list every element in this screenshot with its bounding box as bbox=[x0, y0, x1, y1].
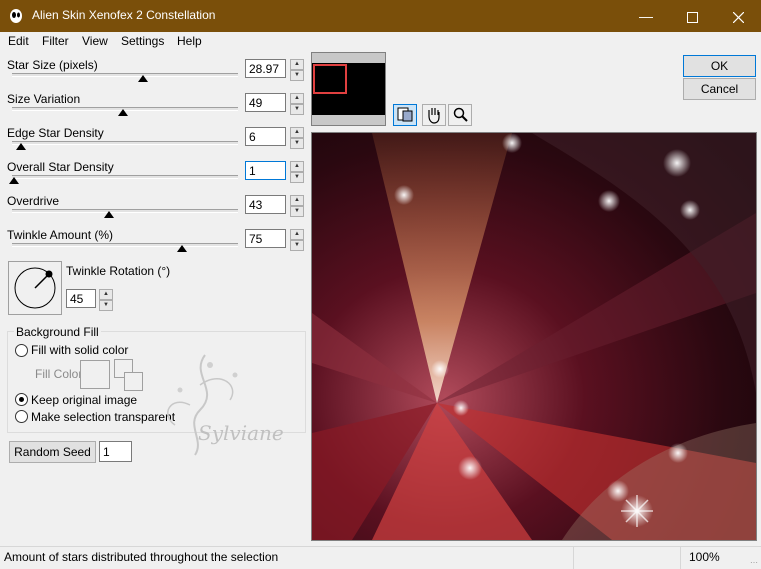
twinkle-rotation-label: Twinkle Rotation (°) bbox=[66, 264, 171, 278]
alien-head-icon bbox=[10, 9, 22, 23]
twinkle-rotation-spinner[interactable]: ▲ ▼ bbox=[99, 289, 113, 311]
spin-up-icon[interactable]: ▲ bbox=[290, 93, 304, 104]
minimize-button[interactable]: — bbox=[623, 0, 669, 32]
maximize-icon bbox=[686, 11, 698, 23]
param-spinner[interactable]: ▲ ▼ bbox=[290, 161, 304, 183]
spin-up-icon[interactable]: ▲ bbox=[290, 59, 304, 70]
spin-down-icon[interactable]: ▼ bbox=[290, 206, 304, 217]
slider-thumb[interactable] bbox=[104, 211, 115, 218]
zoom-tool-button[interactable] bbox=[448, 104, 472, 126]
slider-thumb[interactable] bbox=[117, 109, 128, 116]
hand-tool-button[interactable] bbox=[422, 104, 446, 126]
cancel-button[interactable]: Cancel bbox=[683, 78, 756, 100]
zoom-level: 100% bbox=[689, 550, 720, 564]
param-value-input[interactable] bbox=[245, 229, 286, 248]
param-label: Size Variation bbox=[7, 92, 81, 106]
spin-down-icon[interactable]: ▼ bbox=[290, 172, 304, 183]
title-bar: Alien Skin Xenofex 2 Constellation — bbox=[0, 0, 761, 32]
slider-thumb[interactable] bbox=[9, 177, 20, 184]
menu-bar: Edit Filter View Settings Help bbox=[0, 32, 761, 50]
param-label: Edge Star Density bbox=[7, 126, 104, 140]
twinkle-rotation-input[interactable] bbox=[66, 289, 96, 308]
window-title: Alien Skin Xenofex 2 Constellation bbox=[32, 8, 216, 22]
preview-canvas bbox=[312, 133, 756, 540]
preview-image[interactable] bbox=[311, 132, 757, 541]
spin-down-icon[interactable]: ▼ bbox=[290, 138, 304, 149]
param-spinner[interactable]: ▲ ▼ bbox=[290, 127, 304, 149]
slider-thumb[interactable] bbox=[16, 143, 27, 150]
slider-thumb[interactable] bbox=[176, 245, 187, 252]
param-value-input[interactable] bbox=[245, 59, 286, 78]
slider-track[interactable] bbox=[12, 73, 238, 77]
spin-down-icon[interactable]: ▼ bbox=[99, 300, 113, 311]
make-transparent-radio[interactable] bbox=[15, 410, 28, 423]
minimize-icon: — bbox=[639, 8, 653, 24]
menu-filter[interactable]: Filter bbox=[42, 34, 69, 48]
fill-solid-radio[interactable] bbox=[15, 344, 28, 357]
spin-down-icon[interactable]: ▼ bbox=[290, 104, 304, 115]
random-seed-input[interactable] bbox=[99, 441, 132, 462]
status-bar: Amount of stars distributed throughout t… bbox=[0, 546, 761, 569]
param-spinner[interactable]: ▲ ▼ bbox=[290, 229, 304, 251]
menu-settings[interactable]: Settings bbox=[121, 34, 164, 48]
slider-track[interactable] bbox=[12, 175, 238, 179]
navigator-viewport-box[interactable] bbox=[313, 64, 347, 94]
menu-edit[interactable]: Edit bbox=[8, 34, 29, 48]
magnifier-icon bbox=[453, 107, 468, 122]
param-value-input[interactable] bbox=[245, 93, 286, 112]
param-value-input[interactable] bbox=[245, 127, 286, 146]
param-label: Twinkle Amount (%) bbox=[7, 228, 114, 242]
fill-solid-label[interactable]: Fill with solid color bbox=[31, 343, 128, 357]
param-label: Overdrive bbox=[7, 194, 60, 208]
background-fill-title: Background Fill bbox=[14, 325, 101, 339]
spin-up-icon[interactable]: ▲ bbox=[99, 289, 113, 300]
close-button[interactable] bbox=[715, 0, 761, 32]
menu-view[interactable]: View bbox=[82, 34, 108, 48]
spin-down-icon[interactable]: ▼ bbox=[290, 70, 304, 81]
spin-up-icon[interactable]: ▲ bbox=[290, 127, 304, 138]
watermark-logo: Sylviane bbox=[167, 354, 284, 456]
preview-toggle-button[interactable] bbox=[393, 104, 417, 126]
slider-track[interactable] bbox=[12, 243, 238, 247]
param-label: Overall Star Density bbox=[7, 160, 114, 174]
twinkle-rotation-dial[interactable] bbox=[8, 261, 62, 315]
spin-up-icon[interactable]: ▲ bbox=[290, 161, 304, 172]
keep-original-label[interactable]: Keep original image bbox=[31, 393, 137, 407]
fill-color-tertiary-swatch[interactable] bbox=[124, 372, 143, 391]
preview-compare-icon bbox=[397, 107, 413, 122]
param-spinner[interactable]: ▲ ▼ bbox=[290, 195, 304, 217]
menu-help[interactable]: Help bbox=[177, 34, 202, 48]
dial-icon bbox=[14, 267, 56, 309]
close-icon bbox=[732, 11, 744, 24]
hand-pan-icon bbox=[428, 108, 440, 124]
slider-track[interactable] bbox=[12, 209, 238, 213]
param-spinner[interactable]: ▲ ▼ bbox=[290, 59, 304, 81]
slider-thumb[interactable] bbox=[138, 75, 149, 82]
fill-color-label: Fill Color bbox=[35, 367, 83, 381]
ok-button[interactable]: OK bbox=[683, 55, 756, 77]
spin-down-icon[interactable]: ▼ bbox=[290, 240, 304, 251]
slider-track[interactable] bbox=[12, 141, 238, 145]
maximize-button[interactable] bbox=[669, 0, 715, 32]
param-spinner[interactable]: ▲ ▼ bbox=[290, 93, 304, 115]
spin-up-icon[interactable]: ▲ bbox=[290, 195, 304, 206]
watermark-text: Sylviane bbox=[198, 421, 284, 445]
param-value-input[interactable] bbox=[245, 161, 286, 180]
navigator-thumbnail[interactable] bbox=[311, 52, 386, 126]
resize-grip-icon[interactable]: ⋯ bbox=[750, 558, 758, 567]
param-value-input[interactable] bbox=[245, 195, 286, 214]
keep-original-radio[interactable] bbox=[15, 393, 28, 406]
random-seed-button[interactable]: Random Seed bbox=[9, 441, 96, 463]
param-label: Star Size (pixels) bbox=[7, 58, 98, 72]
spin-up-icon[interactable]: ▲ bbox=[290, 229, 304, 240]
status-text: Amount of stars distributed throughout t… bbox=[4, 550, 279, 564]
fill-color-swatch[interactable] bbox=[80, 360, 110, 389]
